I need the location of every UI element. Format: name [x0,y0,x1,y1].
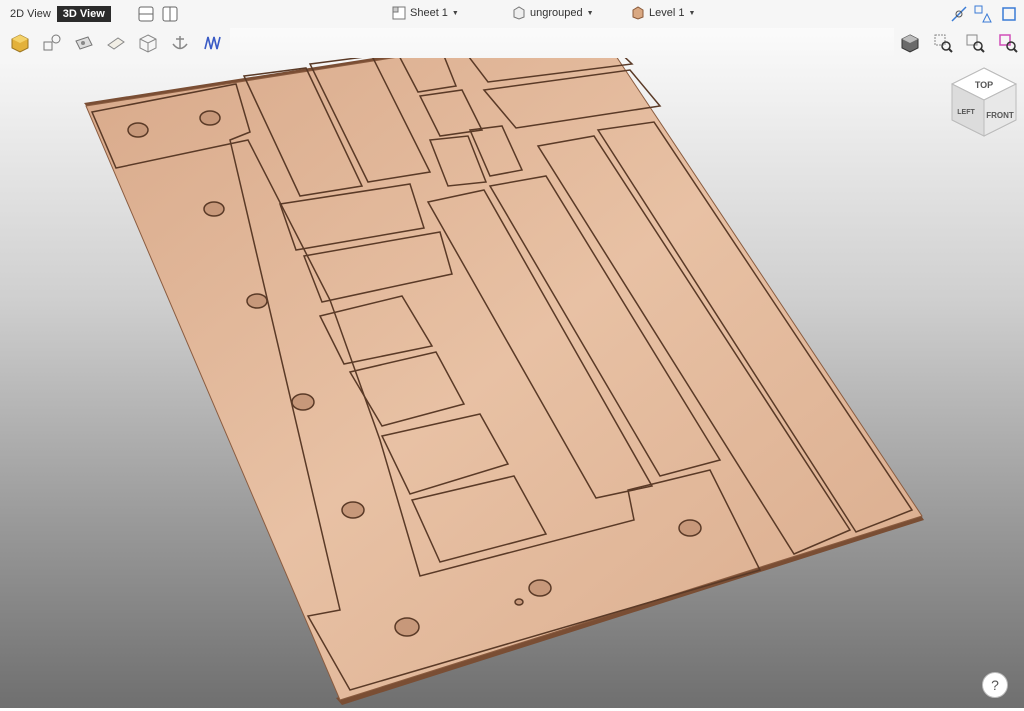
zoom-toolbar [894,28,1024,58]
hole [341,501,365,519]
wood-sheet-render [84,24,924,705]
chevron-down-icon: ▼ [688,9,696,17]
shaded-view-button[interactable] [4,29,36,57]
fullscreen-icon [1002,7,1016,21]
wood-sheet [85,25,923,701]
wireframe-view-button[interactable] [132,29,164,57]
zoom-extents-button[interactable] [959,29,991,57]
2d-view-button[interactable]: 2D View [4,6,57,22]
split-horizontal-icon [138,6,154,22]
group-dropdown[interactable]: ungrouped ▼ [512,6,594,20]
zoom-selection-button[interactable] [927,29,959,57]
hole [291,393,315,411]
cube-solid-icon [11,34,29,53]
group-icon [513,6,525,20]
snap-tool-button[interactable] [950,5,968,23]
zoom-extents-icon [966,34,985,53]
hole [127,122,149,138]
3d-viewport[interactable]: TOP FRONT LEFT ? [0,24,1024,708]
3d-view-button[interactable]: 3D View [56,6,111,22]
anchor-button[interactable] [164,29,196,57]
cube-dark-icon [901,34,919,53]
plane-icon [107,37,125,50]
split-horizontal-button[interactable] [137,5,155,23]
view-toggle: 2D View 3D View [4,6,111,22]
level-label: Level 1 [649,7,685,19]
hole [246,293,268,309]
plane-view-button[interactable] [100,29,132,57]
zoom-window-button[interactable] [992,29,1024,57]
chevron-down-icon: ▼ [586,9,594,17]
shapes-outline-icon [43,34,61,51]
sheet-icon [392,6,406,20]
split-vertical-button[interactable] [161,5,179,23]
view-cube-toggle-button[interactable] [894,29,926,57]
cube-wireframe-icon [139,34,157,53]
hole [199,110,221,126]
anchor-icon [172,36,188,50]
add-shapes-button[interactable] [36,29,68,57]
view-cube-left-label[interactable]: LEFT [957,109,975,116]
level-dropdown[interactable]: Level 1 ▼ [631,6,695,20]
top-bar: 2D View 3D View Sheet 1 ▼ ungrouped ▼ Le… [0,0,1024,28]
toolpath-view-button[interactable] [196,29,228,57]
hole [394,617,420,637]
zoom-window-icon [999,34,1018,53]
view-tools-toolbar [0,28,230,58]
view-cube-top-label[interactable]: TOP [975,80,993,90]
shapes-tool-button[interactable] [974,5,992,23]
sheet-dropdown[interactable]: Sheet 1 ▼ [392,6,459,20]
chevron-down-icon: ▼ [451,9,459,17]
toolpath-icon [204,36,221,50]
level-icon [632,6,644,20]
help-button[interactable]: ? [982,672,1008,698]
texture-view-button[interactable] [68,29,100,57]
split-vertical-icon [162,6,178,22]
hole [528,579,552,597]
shapes-icon [974,5,992,23]
view-cube[interactable]: TOP FRONT LEFT [946,64,1022,140]
view-cube-front-label[interactable]: FRONT [986,111,1014,120]
hole [203,201,225,217]
snap-icon [951,6,967,22]
texture-icon [75,36,93,50]
hole-small [514,598,524,606]
sheet-label: Sheet 1 [410,7,448,19]
fullscreen-button[interactable] [1000,5,1018,23]
zoom-selection-icon [934,34,953,53]
group-label: ungrouped [530,7,583,19]
hole [678,519,702,537]
